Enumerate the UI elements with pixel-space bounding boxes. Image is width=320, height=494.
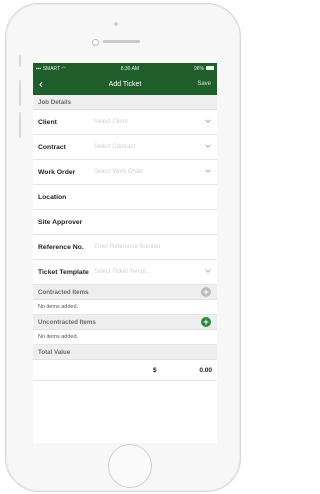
client-placeholder: Select Client bbox=[94, 119, 128, 125]
camera-dot bbox=[114, 22, 118, 26]
client-field[interactable]: Client Select Client bbox=[33, 110, 217, 135]
chevron-down-icon bbox=[205, 169, 211, 173]
reference-no-field[interactable]: Reference No. Enter Reference Number bbox=[33, 235, 217, 260]
volume-up-button bbox=[19, 80, 21, 106]
volume-down-button bbox=[19, 112, 21, 138]
chevron-down-icon bbox=[205, 119, 211, 123]
front-camera bbox=[92, 39, 99, 46]
signal-icon: ▪▪▪ bbox=[36, 65, 42, 72]
uncontracted-empty-message: No items added. bbox=[33, 330, 217, 345]
home-button[interactable] bbox=[108, 444, 152, 488]
work-order-field[interactable]: Work Order Select Work Order bbox=[33, 160, 217, 185]
client-label: Client bbox=[38, 118, 57, 126]
contracted-items-title: Contracted Items bbox=[38, 288, 89, 296]
mute-switch bbox=[19, 55, 21, 67]
work-order-placeholder: Select Work Order bbox=[94, 169, 144, 175]
contracted-empty-message: No items added. bbox=[33, 300, 217, 315]
contract-field[interactable]: Contract Select Contract bbox=[33, 135, 217, 160]
reference-no-placeholder: Enter Reference Number bbox=[94, 244, 161, 250]
section-uncontracted-items: Uncontracted Items + bbox=[33, 315, 217, 330]
status-bar: ▪▪▪ SMART ◠ 8:30 AM 96% bbox=[33, 63, 217, 74]
ticket-template-label: Ticket Template bbox=[38, 268, 89, 276]
app-screen: ▪▪▪ SMART ◠ 8:30 AM 96% ‹ Add Ticket Sav… bbox=[33, 63, 217, 443]
total-amount: 0.00 bbox=[199, 366, 212, 374]
contract-placeholder: Select Contract bbox=[94, 144, 136, 150]
wifi-icon: ◠ bbox=[61, 65, 66, 72]
location-field[interactable]: Location bbox=[33, 185, 217, 210]
section-job-details: Job Details bbox=[33, 95, 217, 110]
work-order-label: Work Order bbox=[38, 168, 76, 176]
section-total-value: Total Value bbox=[33, 345, 217, 360]
battery-indicator: 96% bbox=[194, 66, 214, 72]
total-value-row: $ 0.00 bbox=[33, 360, 217, 381]
section-contracted-items: Contracted Items + bbox=[33, 285, 217, 300]
battery-icon bbox=[206, 66, 214, 71]
ticket-template-placeholder: Select Ticket Templ... bbox=[94, 269, 151, 275]
speaker-grille bbox=[103, 40, 140, 43]
save-button[interactable]: Save bbox=[197, 81, 211, 87]
location-label: Location bbox=[38, 193, 67, 201]
add-uncontracted-item-button[interactable]: + bbox=[201, 317, 211, 327]
chevron-down-icon bbox=[205, 144, 211, 148]
site-approver-label: Site Approver bbox=[38, 218, 83, 226]
nav-bar: ‹ Add Ticket Save bbox=[33, 74, 217, 95]
ticket-template-field[interactable]: Ticket Template Select Ticket Templ... bbox=[33, 260, 217, 285]
currency-symbol: $ bbox=[153, 366, 157, 374]
site-approver-field[interactable]: Site Approver bbox=[33, 210, 217, 235]
reference-no-label: Reference No. bbox=[38, 243, 84, 251]
contract-label: Contract bbox=[38, 143, 66, 151]
status-time: 8:30 AM bbox=[120, 65, 140, 72]
page-title: Add Ticket bbox=[108, 81, 142, 88]
chevron-down-icon bbox=[205, 269, 211, 273]
add-contracted-item-button[interactable]: + bbox=[201, 287, 211, 297]
uncontracted-items-title: Uncontracted Items bbox=[38, 318, 96, 326]
carrier-label: ▪▪▪ SMART ◠ bbox=[36, 65, 66, 72]
